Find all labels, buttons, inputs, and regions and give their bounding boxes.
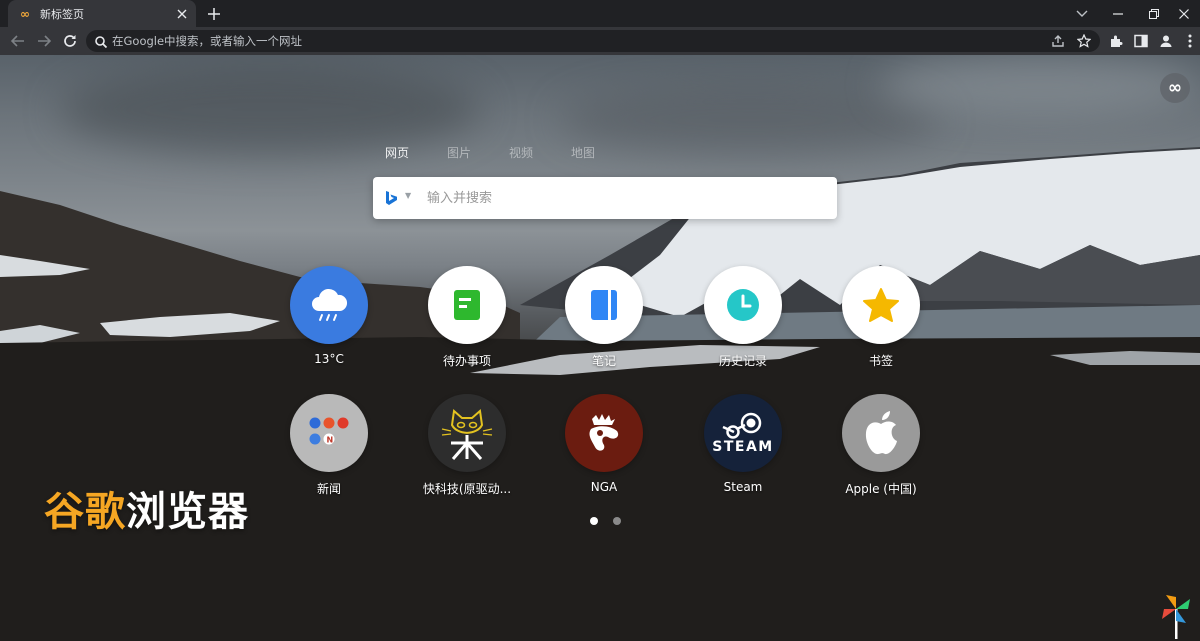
tab-strip: ∞ 新标签页	[0, 0, 1200, 27]
infinity-icon: ∞	[1167, 78, 1183, 98]
browser-window: ∞ 新标签页 在Google中搜索，或者输入一个网址 ∞ 网页 图片 视频 地图…	[0, 0, 1200, 641]
tab-title: 新标签页	[40, 7, 84, 21]
mydrivers-cat-icon	[428, 394, 506, 472]
shortcut-label: 13°C	[314, 352, 344, 366]
history-clock-icon	[704, 266, 782, 344]
minimize-icon[interactable]	[1100, 0, 1136, 27]
news-folder-icon: N	[290, 394, 368, 472]
new-tab-button[interactable]	[204, 4, 224, 24]
address-bar[interactable]	[86, 30, 1100, 52]
pinwheel-logo-icon	[1158, 591, 1194, 639]
shortcut-label: 快科技(原驱动...	[422, 482, 512, 496]
search-icon	[94, 34, 108, 49]
notes-icon	[565, 266, 643, 344]
address-input[interactable]	[112, 30, 1012, 52]
search-input[interactable]	[427, 177, 827, 219]
more-menu-icon[interactable]	[1181, 32, 1199, 50]
profile-avatar-icon[interactable]	[1157, 32, 1175, 50]
shortcut-label: 待办事项	[442, 354, 491, 368]
steam-icon: STEAM	[704, 394, 782, 472]
svg-text:N: N	[327, 436, 334, 445]
shortcut-label: Apple (中国)	[845, 482, 917, 496]
close-window-icon[interactable]	[1166, 0, 1200, 27]
shortcut-label: 笔记	[591, 354, 616, 368]
weather-cloud-icon	[290, 266, 368, 344]
bookmark-star-icon	[842, 266, 920, 344]
watermark-text: 浏览器	[126, 489, 249, 535]
extensions-icon[interactable]	[1107, 32, 1125, 50]
page-dot-2[interactable]	[613, 517, 621, 525]
search-box[interactable]: ▼	[373, 177, 837, 219]
shortcut-apple[interactable]: Apple (中国)	[826, 394, 936, 497]
infinity-icon: ∞	[20, 6, 30, 21]
search-tab-maps[interactable]: 地图	[571, 144, 595, 161]
tab-search-icon[interactable]	[1064, 0, 1100, 27]
video-watermark-title: 谷歌浏览器	[44, 479, 249, 537]
shortcut-label: 新闻	[316, 482, 341, 496]
shortcut-steam[interactable]: STEAM Steam	[688, 394, 798, 494]
nga-paw-icon	[565, 394, 643, 472]
shortcut-label: 历史记录	[718, 354, 767, 368]
shortcut-label: NGA	[590, 480, 618, 494]
todo-icon	[428, 266, 506, 344]
new-tab-page: ∞ 网页 图片 视频 地图 ▼ 13°C	[0, 55, 1200, 641]
shortcut-history[interactable]: 历史记录	[688, 266, 798, 369]
extension-infinity-button[interactable]: ∞	[1160, 73, 1190, 103]
forward-icon[interactable]	[34, 31, 54, 51]
shortcut-label: Steam	[723, 480, 763, 494]
steam-wordmark: STEAM	[712, 439, 774, 455]
search-tab-web[interactable]: 网页	[385, 144, 409, 161]
toolbar	[0, 27, 1200, 55]
back-icon[interactable]	[8, 31, 28, 51]
shortcut-weather[interactable]: 13°C	[274, 266, 384, 366]
search-tab-images[interactable]: 图片	[447, 144, 471, 161]
shortcut-mydrivers[interactable]: 快科技(原驱动...	[412, 394, 522, 497]
shortcut-label: 书签	[868, 354, 893, 368]
shortcut-nga[interactable]: NGA	[549, 394, 659, 494]
shortcut-todo[interactable]: 待办事项	[412, 266, 522, 369]
shortcut-notes[interactable]: 笔记	[549, 266, 659, 369]
apple-icon	[842, 394, 920, 472]
close-tab-icon[interactable]	[174, 6, 190, 22]
shortcut-bookmarks[interactable]: 书签	[826, 266, 936, 369]
shortcut-news[interactable]: N 新闻	[274, 394, 384, 497]
tab-new-tab[interactable]: ∞ 新标签页	[8, 0, 196, 27]
bookmark-star-icon[interactable]	[1076, 33, 1092, 49]
bing-icon[interactable]	[385, 190, 399, 206]
pagination-dots	[590, 517, 621, 525]
page-dot-1[interactable]	[590, 517, 598, 525]
share-icon[interactable]	[1050, 33, 1066, 49]
search-tab-videos[interactable]: 视频	[509, 144, 533, 161]
search-category-tabs: 网页 图片 视频 地图	[385, 144, 633, 161]
engine-dropdown-icon[interactable]: ▼	[405, 191, 411, 200]
watermark-accent-text: 谷歌	[44, 489, 126, 535]
reload-icon[interactable]	[60, 31, 80, 51]
side-panel-icon[interactable]	[1132, 32, 1150, 50]
